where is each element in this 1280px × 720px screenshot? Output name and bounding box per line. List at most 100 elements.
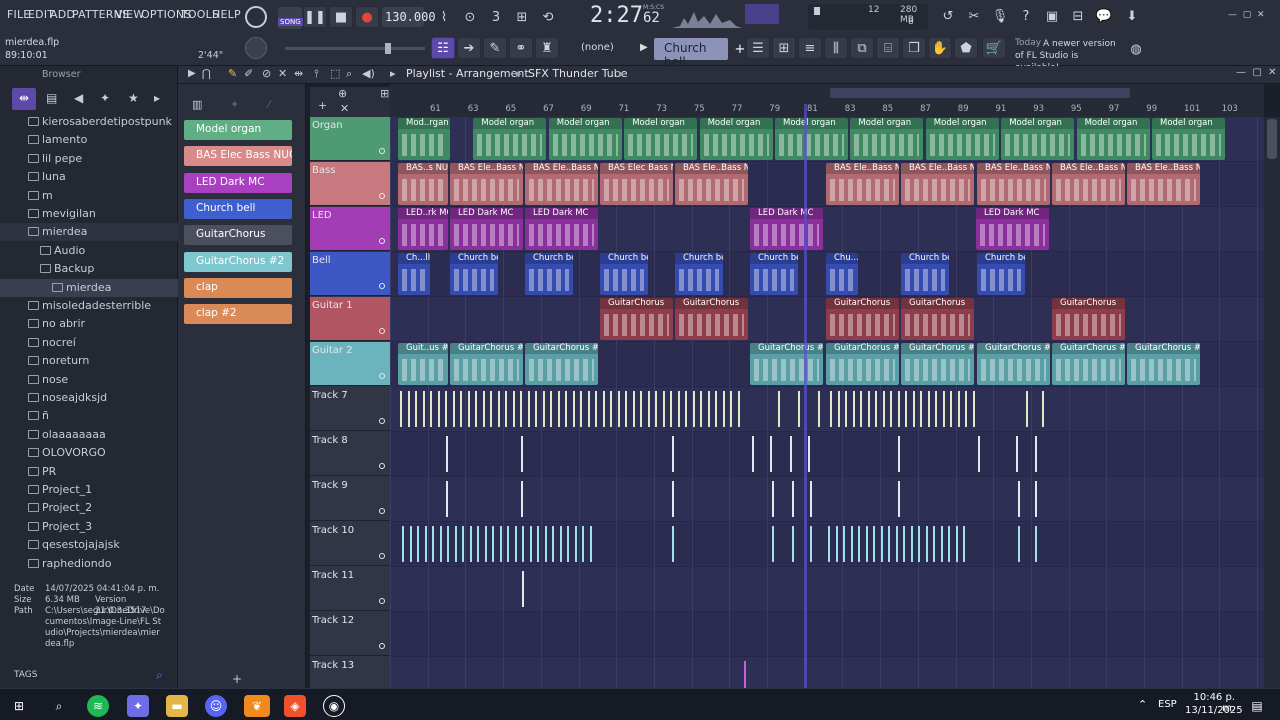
audio-clip[interactable] [415, 391, 420, 427]
audio-clip[interactable] [843, 526, 848, 562]
audio-clip[interactable] [400, 391, 405, 427]
audio-clip[interactable] [446, 481, 451, 517]
select-icon[interactable]: ⬚ [330, 67, 340, 80]
file-explorer-icon[interactable]: ▬ [166, 695, 188, 717]
picker-channel[interactable]: clap [184, 277, 292, 298]
track-header[interactable]: Bass [310, 162, 390, 206]
brush-icon[interactable]: ✎ [483, 37, 507, 59]
download-icon[interactable]: ⬇ [1120, 5, 1144, 27]
audio-clip[interactable] [422, 391, 428, 427]
pattern-clip[interactable]: LED Dark MC [976, 208, 1049, 250]
pattern-clip[interactable]: LED Dark MC [450, 208, 523, 250]
audio-clip[interactable] [467, 391, 473, 427]
audio-clip[interactable] [772, 481, 777, 517]
link-icon[interactable]: ⚭ [509, 37, 533, 59]
audio-clip[interactable] [860, 391, 865, 427]
audio-clip[interactable] [432, 526, 437, 562]
audio-clip[interactable] [535, 391, 540, 427]
audio-clip[interactable] [918, 526, 923, 562]
playlist-grid[interactable]: Mod..rgan Model organ Model organ Model org… [390, 117, 1264, 688]
audio-clip[interactable] [957, 391, 963, 427]
pattern-clip[interactable]: LED Dark MC [525, 208, 598, 250]
audio-clip[interactable] [527, 391, 533, 427]
pattern-clip[interactable]: GuitarChorus [675, 298, 748, 340]
pattern-clip[interactable]: Model organ [699, 118, 773, 160]
audio-clip[interactable] [1035, 436, 1040, 472]
step-edit-icon[interactable]: ⊞ [510, 6, 534, 28]
audio-clip[interactable] [507, 526, 512, 562]
audio-clip[interactable] [1042, 391, 1047, 427]
taskbar-search-icon[interactable]: ⌕ [48, 695, 70, 717]
menu-file[interactable]: FILE [7, 8, 30, 21]
audio-clip[interactable] [897, 391, 903, 427]
audio-clip[interactable] [940, 526, 946, 562]
pattern-clip[interactable]: GuitarChorus [901, 298, 974, 340]
track-enable-icon[interactable] [379, 283, 385, 289]
audio-clip[interactable] [888, 526, 893, 562]
audio-clip[interactable] [544, 526, 550, 562]
audio-clip[interactable] [1018, 526, 1023, 562]
tray-arrow-icon[interactable]: ⌃ [1138, 698, 1147, 711]
browser-item[interactable]: Project_2 [0, 499, 178, 517]
snap-icon[interactable]: ⊕ [338, 87, 347, 100]
audio-clip[interactable] [452, 391, 458, 427]
pencil-icon[interactable]: ✎ [228, 67, 237, 80]
audio-clip[interactable] [1035, 481, 1040, 517]
add-track-icon[interactable]: + [232, 672, 242, 686]
play-pattern-icon[interactable]: ▶ [188, 68, 196, 79]
tempo-display[interactable]: 130.000 [382, 7, 436, 27]
pattern-clip[interactable]: GuitarChorus #2 [750, 343, 823, 385]
add-icon[interactable]: + [318, 99, 327, 112]
mixer-view-icon[interactable]: ⫼ [824, 37, 848, 59]
pattern-clip[interactable]: Church bell [450, 253, 498, 295]
audio-clip[interactable] [890, 391, 895, 427]
audio-clip[interactable] [912, 391, 918, 427]
audio-clip[interactable] [469, 526, 475, 562]
browser-item[interactable]: PR [0, 463, 178, 481]
track-enable-icon[interactable] [379, 643, 385, 649]
audio-clip[interactable] [927, 391, 933, 427]
pattern-clip[interactable]: Church bell [675, 253, 723, 295]
audio-clip[interactable] [1018, 481, 1023, 517]
audio-clip[interactable] [430, 391, 435, 427]
pattern-clip[interactable]: Church bell [750, 253, 798, 295]
obs-icon[interactable]: ◉ [323, 695, 345, 717]
templates-icon[interactable]: ❒ [902, 37, 926, 59]
pattern-clip[interactable]: Ch...ll [398, 253, 430, 295]
audio-clip[interactable] [574, 526, 580, 562]
brave-icon[interactable]: ◈ [284, 695, 306, 717]
track-enable-icon[interactable] [379, 598, 385, 604]
windows-start-icon[interactable]: ⊞ [8, 695, 30, 717]
browser-item[interactable]: luna [0, 168, 178, 186]
audio-clip[interactable] [858, 526, 863, 562]
audio-clip[interactable] [632, 391, 638, 427]
picker-channel[interactable]: Model organ [184, 120, 292, 140]
browser-icon[interactable]: ≡ [798, 37, 822, 59]
track-enable-icon[interactable] [379, 373, 385, 379]
playhead[interactable] [804, 104, 807, 688]
audio-clip[interactable] [972, 391, 978, 427]
audio-clip[interactable] [497, 391, 503, 427]
microphone-icon[interactable]: 🎙 [988, 5, 1012, 27]
mute-icon[interactable]: ✕ [278, 67, 287, 80]
zoom-icon[interactable]: ⌕ [346, 67, 352, 81]
audio-clip[interactable] [898, 436, 903, 472]
tags-label[interactable]: TAGS [14, 670, 37, 680]
track-header[interactable]: Track 7 [310, 387, 390, 431]
browser-item[interactable]: Project_1 [0, 481, 178, 499]
track-lane[interactable] [390, 657, 1264, 688]
audio-clip[interactable] [772, 526, 777, 562]
audio-clip[interactable] [1026, 391, 1031, 427]
pattern-clip[interactable]: Model organ [1076, 118, 1150, 160]
pattern-clip[interactable]: Church bell [977, 253, 1025, 295]
audio-clip[interactable] [640, 391, 645, 427]
audio-clip[interactable] [963, 526, 968, 562]
browser-all-icon[interactable]: ⇹ [12, 88, 36, 110]
close-icon[interactable]: ✕ [340, 102, 349, 115]
spotify-icon[interactable]: ≋ [87, 695, 109, 717]
playlist-icon[interactable]: ☷ [431, 37, 455, 59]
audio-clip[interactable] [529, 526, 535, 562]
audio-clip[interactable] [557, 391, 563, 427]
pattern-clip[interactable]: GuitarChorus [1052, 298, 1125, 340]
track-enable-icon[interactable] [379, 238, 385, 244]
